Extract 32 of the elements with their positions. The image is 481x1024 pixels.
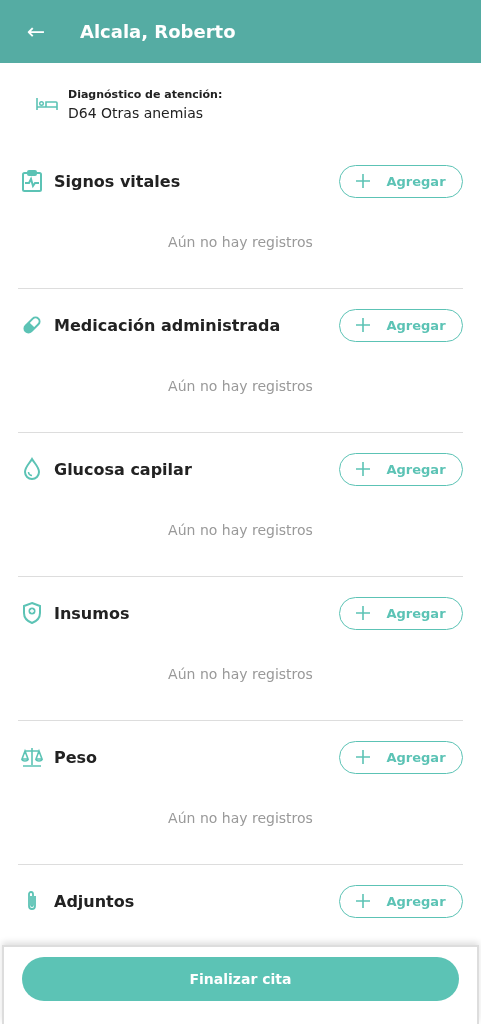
plus-icon bbox=[356, 606, 371, 620]
add-button[interactable]: Agregar bbox=[339, 308, 463, 342]
clipboard-pulse-icon bbox=[20, 169, 44, 193]
plus-icon bbox=[356, 894, 371, 908]
empty-message: Aún no hay registros bbox=[167, 377, 314, 396]
patient-name: Alcala, Roberto bbox=[80, 21, 236, 42]
section-title: Insumos bbox=[54, 603, 131, 623]
diagnosis-label: Diagnóstico de atención: bbox=[68, 87, 223, 101]
pill-icon bbox=[20, 313, 44, 337]
section-title: Signos vitales bbox=[54, 171, 182, 191]
section-title: Peso bbox=[54, 747, 99, 767]
add-button[interactable]: Agregar bbox=[339, 452, 463, 486]
bed-icon bbox=[36, 97, 58, 111]
section-title: Adjuntos bbox=[54, 891, 136, 911]
empty-message: Aún no hay registros bbox=[167, 233, 314, 252]
plus-icon bbox=[356, 318, 371, 332]
scale-icon bbox=[20, 745, 44, 769]
section-title: Glucosa capilar bbox=[54, 459, 193, 479]
empty-message: Aún no hay registros bbox=[167, 521, 314, 540]
add-button[interactable]: Agregar bbox=[339, 164, 463, 198]
add-button[interactable]: Agregar bbox=[339, 740, 463, 774]
back-button[interactable]: ← bbox=[22, 19, 50, 44]
plus-icon bbox=[356, 462, 371, 476]
empty-message: Aún no hay registros bbox=[167, 665, 314, 684]
finish-button[interactable]: Finalizar cita bbox=[22, 957, 459, 1001]
section-title: Medicación administrada bbox=[54, 315, 282, 335]
plus-icon bbox=[356, 174, 371, 188]
diagnosis-value: D64 Otras anemias bbox=[68, 104, 205, 121]
empty-message: Aún no hay registros bbox=[167, 809, 314, 828]
plus-icon bbox=[356, 750, 371, 764]
add-button[interactable]: Agregar bbox=[339, 884, 463, 918]
add-button[interactable]: Agregar bbox=[339, 596, 463, 630]
